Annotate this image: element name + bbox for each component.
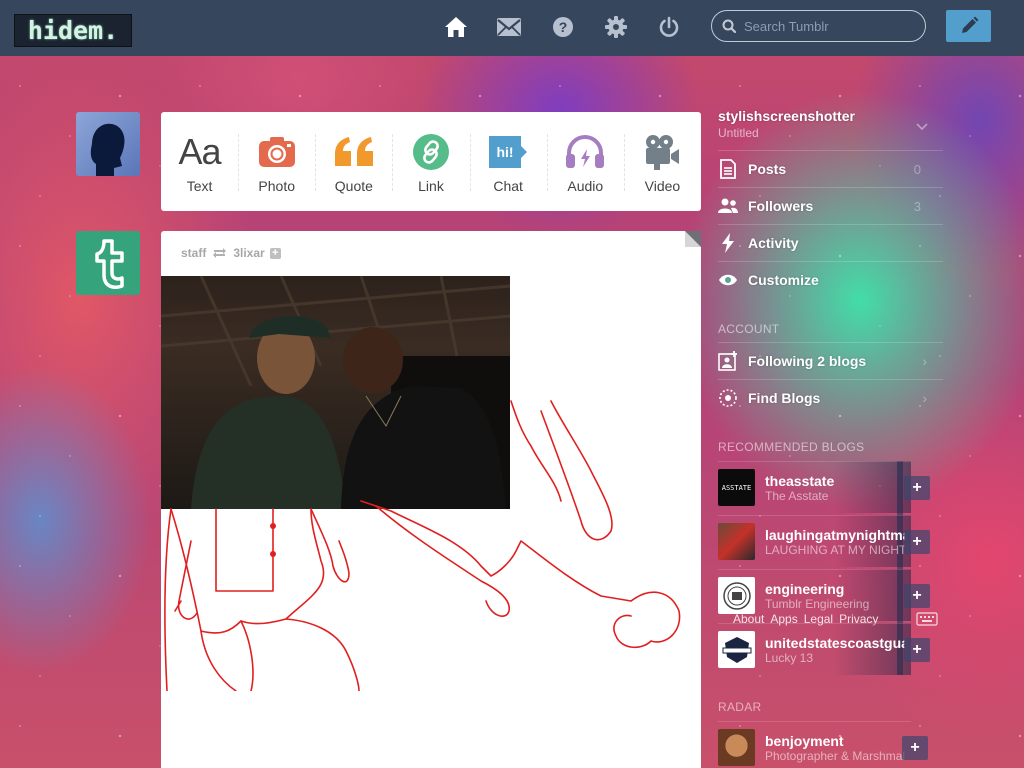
radar-heading: RADAR	[718, 700, 762, 714]
reblog-icon	[212, 247, 227, 259]
seal-icon	[722, 581, 751, 610]
post-type-photo[interactable]: Photo	[238, 112, 315, 211]
camera-icon	[258, 130, 296, 174]
lightning-icon	[718, 233, 738, 253]
post-type-chat[interactable]: hi! Chat	[469, 112, 547, 211]
follow-radar-button[interactable]: +	[902, 736, 928, 760]
reblogged-from-link[interactable]: 3lixar	[233, 246, 264, 260]
sidebar-item-activity[interactable]: Activity	[718, 224, 943, 261]
radar-blog-avatar	[718, 729, 755, 766]
gear-icon[interactable]	[603, 14, 629, 40]
red-doodle-drawing	[164, 400, 681, 691]
follow-blog-button[interactable]: +	[904, 476, 930, 500]
post-corner-fold	[685, 231, 701, 247]
eye-icon	[718, 270, 738, 290]
post-type-bar: Aa Text Photo Quote Link hi! Chat Audio	[161, 112, 701, 211]
recommended-blog-avatar	[718, 577, 755, 614]
home-icon[interactable]	[443, 14, 469, 40]
followers-count: 3	[913, 198, 921, 214]
chevron-right-icon: ›	[922, 353, 927, 369]
blog-subtitle: Untitled	[718, 126, 759, 140]
post-type-link[interactable]: Link	[392, 112, 469, 211]
sidebar-item-following[interactable]: Following 2 blogs ›	[718, 342, 943, 379]
recommended-blog-item[interactable]: ASSTATE theasstate The Asstate	[718, 461, 911, 513]
sidebar-item-find-blogs[interactable]: Find Blogs ›	[718, 379, 943, 416]
compose-button[interactable]	[946, 10, 991, 42]
post-type-text[interactable]: Aa Text	[161, 112, 238, 211]
recommended-blog-avatar	[718, 631, 755, 668]
follow-reblog-button[interactable]: +	[269, 247, 281, 259]
recommended-blog-item[interactable]: unitedstatescoastguard Lucky 13	[718, 623, 911, 675]
blog-title[interactable]: stylishscreenshotter	[718, 108, 855, 124]
mail-icon[interactable]	[496, 14, 522, 40]
search-box[interactable]	[711, 10, 926, 42]
recommended-blog-avatar	[718, 523, 755, 560]
posts-icon	[718, 159, 738, 179]
svg-text:hi!: hi!	[497, 144, 514, 160]
quote-icon	[333, 130, 375, 174]
post-header: staff 3lixar +	[181, 246, 281, 260]
tumblr-t-icon	[95, 239, 124, 289]
posts-count: 0	[913, 161, 921, 177]
help-icon[interactable]: ?	[550, 14, 576, 40]
top-bar: hidem. ?	[0, 0, 1024, 56]
post-type-video[interactable]: Video	[623, 112, 701, 211]
logo[interactable]: hidem.	[14, 14, 132, 47]
sidebar-item-customize[interactable]: Customize	[718, 261, 943, 298]
radar-blog-item[interactable]: benjoyment Photographer & Marshmallow	[718, 721, 911, 768]
chat-icon: hi!	[488, 130, 528, 174]
sidebar-item-followers[interactable]: Followers 3	[718, 187, 943, 224]
recommended-blog-item[interactable]: laughingatmynightmares LAUGHING AT MY NI…	[718, 515, 911, 567]
follow-blog-button[interactable]: +	[904, 584, 930, 608]
recommended-heading: RECOMMENDED BLOGS	[718, 440, 865, 454]
silhouette-icon	[90, 123, 125, 176]
coast-guard-emblem-icon	[722, 636, 751, 663]
recommended-blog-avatar: ASSTATE	[718, 469, 755, 506]
post-author-link[interactable]: staff	[181, 246, 206, 260]
pencil-icon	[961, 16, 978, 33]
search-input[interactable]	[744, 18, 914, 34]
add-user-icon	[718, 351, 738, 371]
power-icon[interactable]	[656, 14, 682, 40]
compass-icon	[718, 388, 738, 408]
keyboard-icon[interactable]	[916, 612, 938, 631]
follow-blog-button[interactable]: +	[904, 530, 930, 554]
post-type-quote[interactable]: Quote	[315, 112, 392, 211]
headphones-icon	[565, 130, 605, 174]
account-heading: ACCOUNT	[718, 322, 780, 336]
svg-text:?: ?	[559, 19, 568, 35]
followers-icon	[718, 196, 738, 216]
chevron-down-icon[interactable]	[916, 118, 928, 136]
chevron-right-icon: ›	[922, 390, 927, 406]
link-icon	[412, 130, 449, 174]
post-type-audio[interactable]: Audio	[546, 112, 624, 211]
staff-avatar[interactable]	[76, 231, 140, 295]
text-icon: Aa	[178, 130, 222, 172]
sidebar-item-posts[interactable]: Posts 0	[718, 150, 943, 187]
video-camera-icon	[644, 130, 680, 174]
search-icon	[722, 19, 736, 33]
user-avatar[interactable]	[76, 112, 140, 176]
follow-blog-button[interactable]: +	[904, 638, 930, 662]
dashboard-post: staff 3lixar +	[161, 231, 701, 768]
